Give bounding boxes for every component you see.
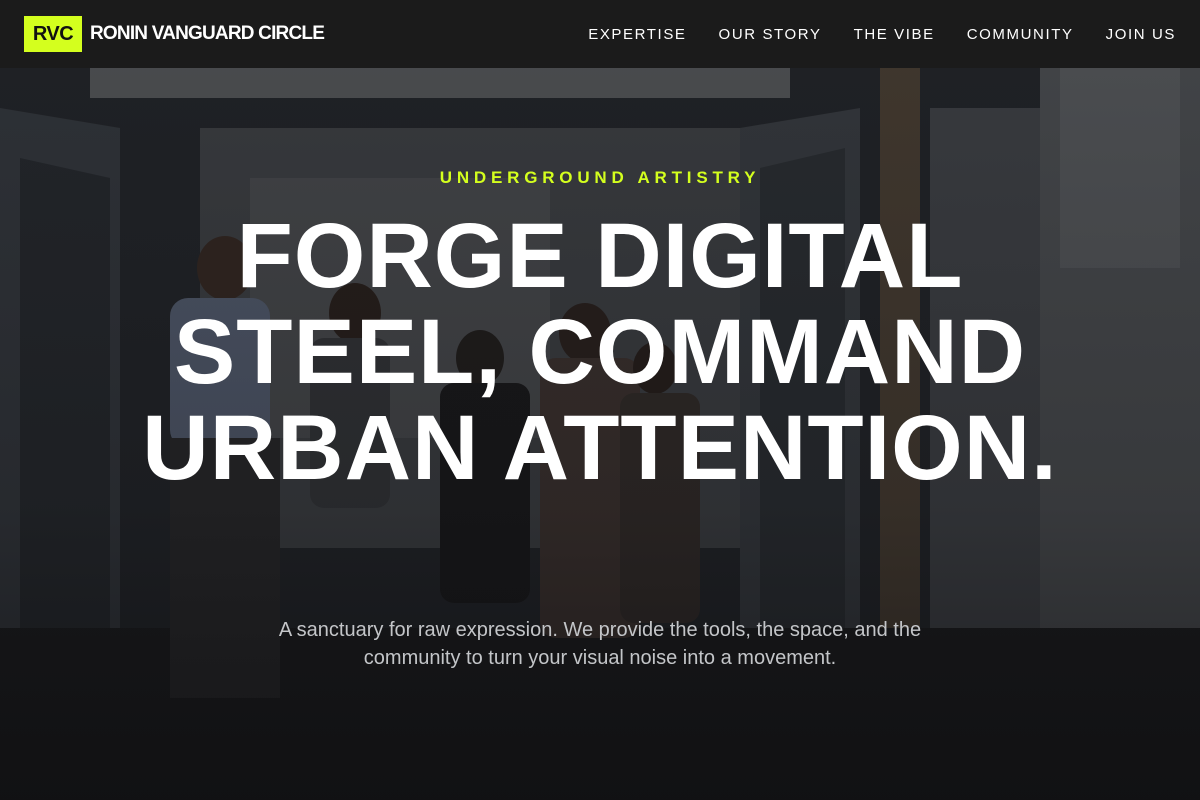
nav-item-join-us[interactable]: JOIN US xyxy=(1106,26,1176,43)
hero-eyebrow: UNDERGROUND ARTISTRY xyxy=(439,168,761,187)
nav-item-community[interactable]: COMMUNITY xyxy=(967,26,1074,43)
hero-content: UNDERGROUND ARTISTRY FORGE DIGITAL STEEL… xyxy=(0,68,1200,800)
nav-item-expertise[interactable]: EXPERTISE xyxy=(588,26,686,43)
nav-item-our-story[interactable]: OUR STORY xyxy=(719,26,822,43)
site-header: RVC RONIN VANGUARD CIRCLE EXPERTISE OUR … xyxy=(0,0,1200,68)
brand[interactable]: RVC RONIN VANGUARD CIRCLE xyxy=(24,16,325,52)
brand-name[interactable]: RONIN VANGUARD CIRCLE xyxy=(90,23,325,45)
hero-subhead: A sanctuary for raw expression. We provi… xyxy=(278,619,922,669)
logo-badge[interactable]: RVC xyxy=(24,16,82,52)
main-nav: EXPERTISE OUR STORY THE VIBE COMMUNITY J… xyxy=(588,26,1176,43)
nav-item-the-vibe[interactable]: THE VIBE xyxy=(854,26,935,43)
hero-section: UNDERGROUND ARTISTRY FORGE DIGITAL STEEL… xyxy=(0,68,1200,800)
hero-headline: FORGE DIGITAL STEEL, COMMAND URBAN ATTEN… xyxy=(142,205,1058,499)
